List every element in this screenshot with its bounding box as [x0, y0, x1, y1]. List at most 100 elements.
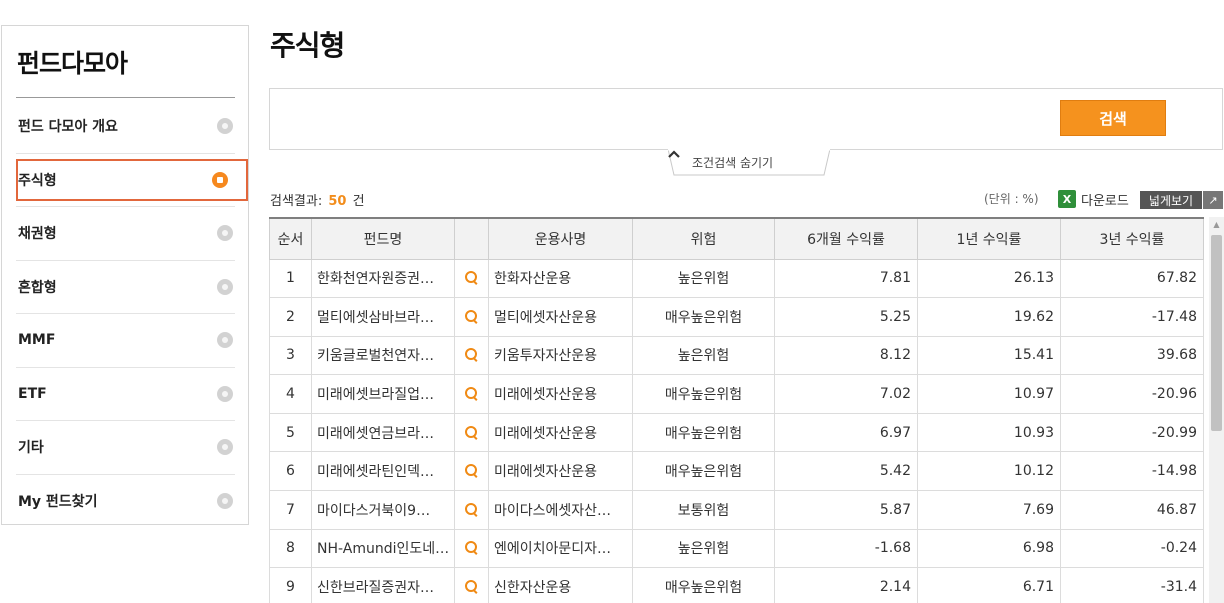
table-row[interactable]: 8 NH-Amundi인도네… 엔에이치아문디자… 높은위험 -1.68 6.98 -0.2…: [269, 528, 1204, 569]
sidebar-item[interactable]: 펀드 다모아 개요: [16, 100, 235, 154]
cell-detail[interactable]: [454, 297, 489, 337]
sidebar-item-label: ETF: [18, 385, 47, 402]
header-1y-return[interactable]: 1년 수익률: [917, 217, 1061, 260]
cell-fund-name[interactable]: NH-Amundi인도네…: [311, 528, 455, 569]
sidebar-item-label: 기타: [18, 440, 44, 457]
cell-company: 키움투자자산운용: [488, 335, 633, 376]
sidebar-menu: 펀드 다모아 개요 주식형 채권형 혼합형 MMF ETF 기타 My 펀드찾기: [16, 100, 248, 529]
magnifier-icon[interactable]: [464, 541, 479, 555]
table-row[interactable]: 6 미래에셋라틴인덱… 미래에셋자산운용 매우높은위험 5.42 10.12 -14.98: [269, 451, 1204, 492]
magnifier-icon[interactable]: [464, 387, 479, 401]
header-no[interactable]: 순서: [269, 217, 312, 260]
table-header-row: 순서 펀드명 운용사명 위험 6개월 수익률 1년 수익률 3년 수익률: [269, 217, 1204, 260]
table-row[interactable]: 9 신한브라질증권자… 신한자산운용 매우높은위험 2.14 6.71 -31.4: [269, 567, 1204, 603]
cell-6m-return: 7.81: [774, 258, 918, 299]
chevron-up-icon: [668, 150, 680, 158]
table-row[interactable]: 5 미래에셋연금브라… 미래에셋자산운용 매우높은위험 6.97 10.93 -20.99: [269, 412, 1204, 453]
radio-bullet-icon: [217, 332, 233, 349]
cell-risk: 매우높은위험: [632, 412, 775, 453]
table-row[interactable]: 7 마이다스거북이9… 마이다스에셋자산… 보통위험 5.87 7.69 46.87: [269, 490, 1204, 530]
cell-company: 미래에셋자산운용: [488, 412, 633, 453]
wide-view-button[interactable]: 넓게보기: [1140, 191, 1202, 209]
header-company[interactable]: 운용사명: [488, 217, 633, 260]
cell-risk: 매우높은위험: [632, 297, 775, 337]
magnifier-icon[interactable]: [464, 271, 479, 285]
table-row[interactable]: 3 키움글로벌천연자… 키움투자자산운용 높은위험 8.12 15.41 39.68: [269, 335, 1204, 376]
cell-3y-return: 39.68: [1060, 335, 1204, 376]
sidebar-item[interactable]: My 펀드찾기: [16, 475, 235, 529]
header-3y-return[interactable]: 3년 수익률: [1060, 217, 1204, 260]
cell-1y-return: 10.93: [917, 412, 1061, 453]
page-title: 주식형: [270, 29, 345, 62]
cell-fund-name[interactable]: 미래에셋연금브라…: [311, 412, 455, 453]
cell-fund-name[interactable]: 한화천연자원증권…: [311, 258, 455, 299]
sidebar-item[interactable]: 채권형: [16, 207, 235, 261]
cell-fund-name[interactable]: 멀티에셋삼바브라…: [311, 297, 455, 337]
sidebar-item[interactable]: ETF: [16, 368, 235, 421]
cell-risk: 매우높은위험: [632, 451, 775, 492]
cell-6m-return: -1.68: [774, 528, 918, 569]
cell-detail[interactable]: [454, 528, 489, 569]
scroll-up-arrow-icon[interactable]: ▲: [1209, 217, 1224, 232]
hide-conditions-toggle[interactable]: 조건검색 숨기기: [668, 149, 830, 177]
table-row[interactable]: 2 멀티에셋삼바브라… 멀티에셋자산운용 매우높은위험 5.25 19.62 -17.48: [269, 297, 1204, 337]
download-link[interactable]: 다운로드: [1081, 190, 1129, 209]
search-button[interactable]: 검색: [1060, 100, 1166, 136]
cell-company: 미래에셋자산운용: [488, 374, 633, 414]
cell-fund-name[interactable]: 키움글로벌천연자…: [311, 335, 455, 376]
cell-detail[interactable]: [454, 335, 489, 376]
sidebar-item[interactable]: 주식형: [16, 154, 248, 207]
vertical-scrollbar[interactable]: ▲: [1209, 217, 1224, 603]
cell-1y-return: 10.12: [917, 451, 1061, 492]
magnifier-icon[interactable]: [464, 580, 479, 594]
cell-no: 6: [269, 451, 312, 492]
cell-detail[interactable]: [454, 258, 489, 299]
radio-bullet-icon: [212, 171, 228, 188]
excel-icon[interactable]: X: [1058, 190, 1076, 208]
cell-1y-return: 26.13: [917, 258, 1061, 299]
cell-detail[interactable]: [454, 412, 489, 453]
cell-company: 한화자산운용: [488, 258, 633, 299]
radio-bullet-icon: [217, 493, 233, 510]
header-risk[interactable]: 위험: [632, 217, 775, 260]
cell-3y-return: -17.48: [1060, 297, 1204, 337]
cell-detail[interactable]: [454, 567, 489, 603]
magnifier-icon[interactable]: [464, 309, 479, 324]
sidebar-item-label: MMF: [18, 332, 56, 349]
cell-detail[interactable]: [454, 374, 489, 414]
cell-fund-name[interactable]: 미래에셋라틴인덱…: [311, 451, 455, 492]
sidebar-item-label: My 펀드찾기: [18, 494, 98, 511]
magnifier-icon[interactable]: [464, 348, 479, 362]
cell-3y-return: 67.82: [1060, 258, 1204, 299]
scroll-thumb[interactable]: [1211, 235, 1222, 431]
cell-detail[interactable]: [454, 490, 489, 530]
cell-detail[interactable]: [454, 451, 489, 492]
cell-company: 마이다스에셋자산…: [488, 490, 633, 530]
cell-6m-return: 5.25: [774, 297, 918, 337]
magnifier-icon[interactable]: [464, 464, 479, 478]
cell-risk: 매우높은위험: [632, 567, 775, 603]
cell-company: 신한자산운용: [488, 567, 633, 603]
sidebar-item[interactable]: MMF: [16, 314, 235, 368]
magnifier-icon[interactable]: [464, 502, 479, 517]
cell-no: 9: [269, 567, 312, 603]
header-fund-name[interactable]: 펀드명: [311, 217, 455, 260]
table-row[interactable]: 1 한화천연자원증권… 한화자산운용 높은위험 7.81 26.13 67.82: [269, 258, 1204, 299]
fund-table: 순서 펀드명 운용사명 위험 6개월 수익률 1년 수익률 3년 수익률 1 한화…: [269, 217, 1204, 603]
toggle-label: 조건검색 숨기기: [692, 156, 774, 170]
cell-fund-name[interactable]: 신한브라질증권자…: [311, 567, 455, 603]
cell-6m-return: 5.87: [774, 490, 918, 530]
sidebar-item[interactable]: 기타: [16, 421, 235, 475]
cell-3y-return: 46.87: [1060, 490, 1204, 530]
header-6m-return[interactable]: 6개월 수익률: [774, 217, 918, 260]
sidebar: 펀드다모아 펀드 다모아 개요 주식형 채권형 혼합형 MMF ETF 기타 My 펀드찾기: [1, 25, 249, 525]
external-link-icon[interactable]: ↗: [1203, 191, 1223, 209]
magnifier-icon[interactable]: [464, 425, 479, 440]
cell-3y-return: -14.98: [1060, 451, 1204, 492]
table-row[interactable]: 4 미래에셋브라질업… 미래에셋자산운용 매우높은위험 7.02 10.97 -20.96: [269, 374, 1204, 414]
cell-fund-name[interactable]: 미래에셋브라질업…: [311, 374, 455, 414]
cell-fund-name[interactable]: 마이다스거북이9…: [311, 490, 455, 530]
sidebar-title: 펀드다모아: [17, 49, 128, 78]
sidebar-item[interactable]: 혼합형: [16, 261, 235, 314]
cell-company: 엔에이치아문디자…: [488, 528, 633, 569]
